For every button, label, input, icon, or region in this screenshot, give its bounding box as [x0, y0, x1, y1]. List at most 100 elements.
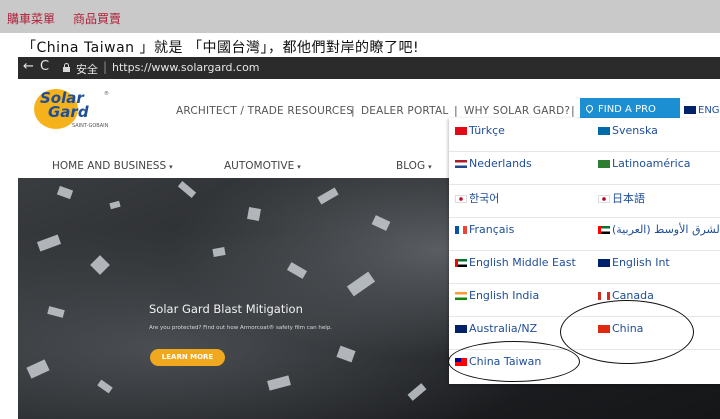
language-option-korean[interactable]: 한국어	[455, 190, 499, 223]
latam-flag-icon	[598, 160, 610, 168]
nav-dealer-portal[interactable]: DEALER PORTAL	[361, 105, 448, 117]
language-label: English Int	[612, 256, 670, 269]
nav-separator: |	[351, 104, 355, 117]
map-pin-icon	[584, 103, 595, 114]
language-label: Canada	[612, 289, 654, 302]
glass-shard	[90, 255, 110, 275]
nav-why-solar-gard[interactable]: WHY SOLAR GARD?	[464, 105, 570, 117]
jp-flag-icon	[598, 195, 610, 203]
language-option-swedish[interactable]: Svenska	[598, 124, 658, 157]
language-label: 한국어	[469, 192, 500, 205]
language-label: الشرق الأوسط (العربية)	[612, 223, 720, 236]
tr-flag-icon	[455, 127, 467, 135]
hero-title: Solar Gard Blast Mitigation	[149, 302, 303, 316]
logo-subtitle: SAINT-GOBAIN	[72, 123, 109, 129]
glass-shard	[247, 207, 261, 221]
glass-shard	[97, 379, 113, 394]
language-label: Français	[469, 223, 515, 236]
in-flag-icon	[455, 292, 467, 300]
language-option-australia-nz[interactable]: Australia/NZ	[455, 322, 537, 355]
post-caption: 「China Taiwan 」就是 「中國台灣」，都他們對岸的瞭了吧!	[22, 40, 420, 56]
glass-shard	[407, 383, 427, 401]
glass-shard	[36, 234, 62, 252]
glass-shard	[267, 375, 291, 391]
language-option-french[interactable]: Français	[455, 223, 514, 256]
fr-flag-icon	[455, 226, 467, 234]
language-label: Svenska	[612, 124, 658, 137]
language-dropdown: Türkçe Svenska Nederlands Latinoamérica …	[449, 118, 720, 384]
address-bar[interactable]: https://www.solargard.com	[112, 61, 260, 74]
glass-shard	[177, 181, 197, 198]
solar-gard-logo[interactable]: Solar Gard ® SAINT-GOBAIN	[32, 87, 112, 131]
tw-flag-icon	[455, 358, 467, 366]
kr-flag-icon	[455, 195, 467, 203]
glass-shard	[47, 306, 65, 318]
chevron-down-icon: ▾	[297, 163, 301, 171]
find-a-pro-button[interactable]: FIND A PRO	[580, 98, 680, 120]
language-option-english-middle-east[interactable]: English Middle East	[455, 256, 576, 289]
nav-architect-trade[interactable]: ARCHITECT / TRADE RESOURCES	[176, 105, 353, 117]
blog-nav-bar: 購車菜單 商品買賣	[0, 0, 720, 33]
language-label: Latinoamérica	[612, 157, 691, 170]
nav-link-trade[interactable]: 商品買賣	[73, 10, 121, 27]
browser-toolbar: ← C 安全 | https://www.solargard.com	[18, 57, 720, 79]
ae-flag-icon	[455, 259, 467, 267]
glass-shard	[212, 247, 226, 257]
language-label: Australia/NZ	[469, 322, 538, 335]
gb-flag-icon	[598, 259, 610, 267]
glass-shard	[109, 200, 121, 210]
language-label: Türkçe	[469, 124, 505, 137]
nl-flag-icon	[455, 160, 467, 168]
lock-icon	[63, 63, 70, 72]
nav-home-business[interactable]: HOME AND BUSINESS ▾	[52, 160, 173, 172]
cn-flag-icon	[598, 325, 610, 333]
reload-icon[interactable]: C	[40, 59, 49, 74]
nav-link-cart-menu[interactable]: 購車菜單	[7, 10, 55, 27]
nav-automotive[interactable]: AUTOMOTIVE ▾	[224, 160, 301, 172]
au-flag-icon	[455, 325, 467, 333]
language-label: English Middle East	[469, 256, 576, 269]
language-option-china[interactable]: China	[598, 322, 643, 355]
glass-shard	[56, 185, 74, 200]
language-current: ENG	[698, 105, 720, 116]
glass-shard	[317, 187, 339, 205]
language-option-china-taiwan[interactable]: China Taiwan	[455, 355, 541, 388]
chevron-down-icon: ▾	[428, 163, 432, 171]
screenshot-image: ← C 安全 | https://www.solargard.com Solar…	[18, 57, 720, 419]
find-a-pro-label: FIND A PRO	[598, 104, 656, 115]
nav-automotive-label: AUTOMOTIVE	[224, 160, 295, 172]
language-label: China Taiwan	[469, 355, 542, 368]
language-option-latam[interactable]: Latinoamérica	[598, 157, 691, 190]
language-option-english-india[interactable]: English India	[455, 289, 539, 322]
glass-shard	[346, 271, 376, 297]
language-label: 日本語	[612, 192, 645, 205]
logo-word-gard: Gard	[48, 103, 89, 121]
nav-separator: |	[454, 104, 458, 117]
language-option-arabic[interactable]: الشرق الأوسط (العربية)	[598, 223, 720, 256]
language-label: Nederlands	[469, 157, 532, 170]
us-flag-icon	[684, 106, 696, 114]
glass-shard	[371, 215, 391, 231]
se-flag-icon	[598, 127, 610, 135]
nav-separator: |	[571, 104, 575, 117]
language-label: China	[612, 322, 644, 335]
secure-label: 安全	[76, 63, 98, 76]
learn-more-button[interactable]: LEARN MORE	[150, 349, 225, 366]
glass-shard	[336, 345, 356, 363]
language-option-dutch[interactable]: Nederlands	[455, 157, 532, 190]
nav-blog-label: BLOG	[396, 160, 426, 172]
glass-shard	[26, 359, 50, 379]
glass-shard	[286, 262, 308, 279]
hero-subtitle: Are you protected? Find out how Armorcoa…	[149, 325, 333, 331]
logo-trademark: ®	[104, 91, 109, 97]
chevron-down-icon: ▾	[169, 163, 173, 171]
language-option-japanese[interactable]: 日本語	[598, 190, 645, 223]
language-option-canada[interactable]: Canada	[598, 289, 654, 322]
back-arrow-icon[interactable]: ←	[23, 59, 34, 74]
language-option-turkish[interactable]: Türkçe	[455, 124, 505, 157]
ca-flag-icon	[598, 292, 610, 300]
language-option-english-int[interactable]: English Int	[598, 256, 670, 289]
nav-blog[interactable]: BLOG ▾	[396, 160, 432, 172]
language-selector[interactable]: ENG	[684, 105, 720, 116]
language-label: English India	[469, 289, 540, 302]
